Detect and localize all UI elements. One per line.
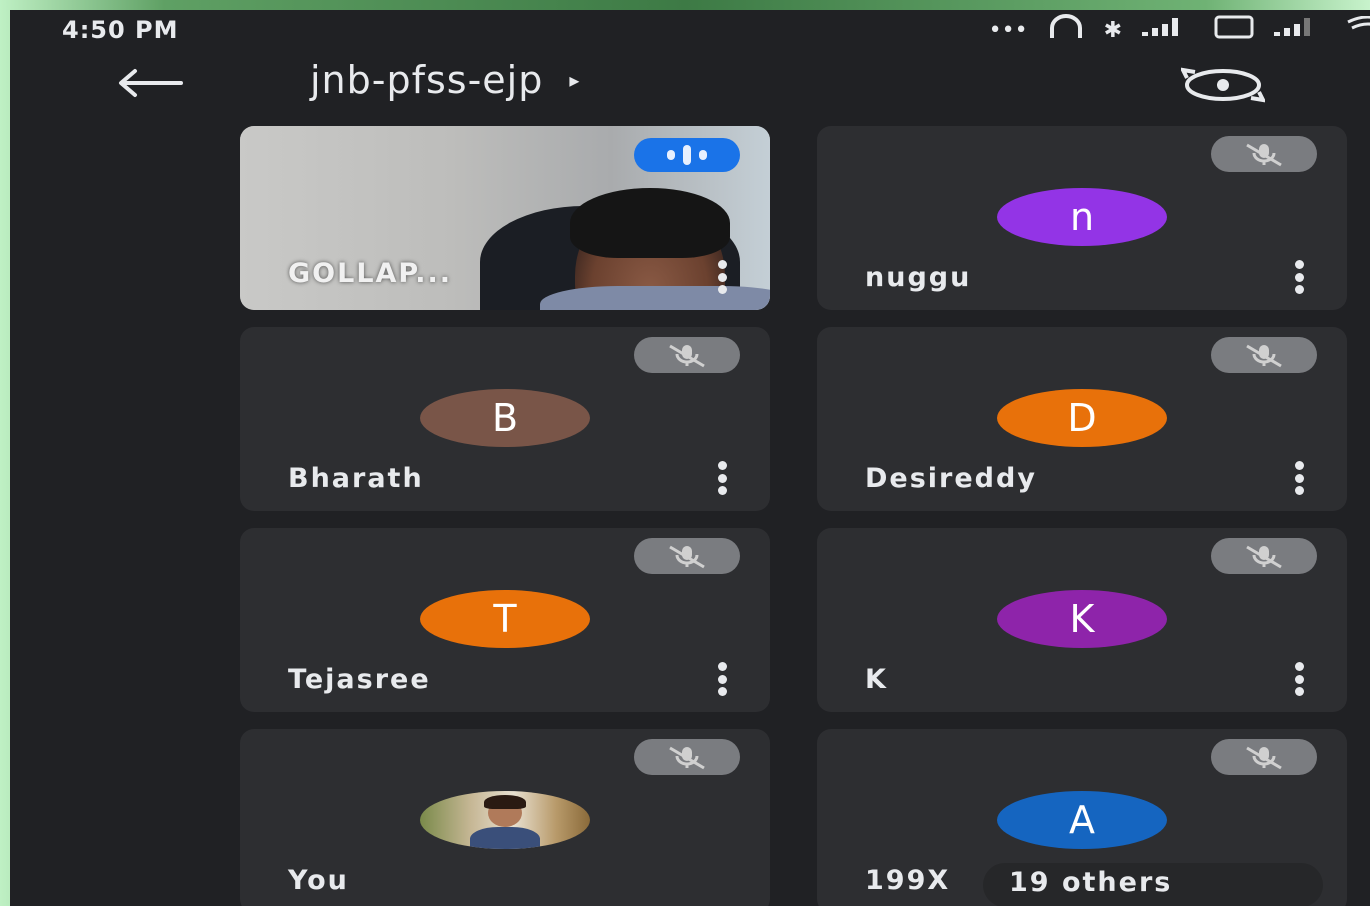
- mic-off-icon: [634, 739, 740, 775]
- more-options-button[interactable]: [712, 461, 732, 495]
- more-options-button[interactable]: [1289, 662, 1309, 696]
- status-icons: ••• ✱: [989, 14, 1370, 46]
- switch-camera-button[interactable]: [1178, 62, 1268, 108]
- more-options-button[interactable]: [1289, 260, 1309, 294]
- video-person-hair: [570, 188, 730, 258]
- status-time: 4:50 PM: [62, 16, 179, 44]
- more-options-button[interactable]: [1289, 461, 1309, 495]
- participant-name: nuggu: [865, 262, 972, 293]
- participant-name: Desireddy: [865, 463, 1037, 494]
- bluetooth-icon: ✱: [1103, 17, 1122, 43]
- participant-tile[interactable]: T Tejasree: [240, 528, 770, 712]
- caret-right-icon: ▸: [569, 68, 581, 92]
- mic-off-icon: [1211, 739, 1317, 775]
- avatar: B: [420, 389, 590, 447]
- others-chip[interactable]: 19 others: [983, 863, 1323, 906]
- speaking-indicator: [634, 138, 740, 172]
- signal-icon: [1140, 16, 1196, 44]
- more-notifications-icon: •••: [988, 17, 1028, 43]
- volte-icon: [1214, 15, 1254, 45]
- more-options-button[interactable]: [712, 260, 732, 294]
- participant-tile[interactable]: B Bharath: [240, 327, 770, 511]
- avatar: A: [997, 791, 1167, 849]
- meet-screen: 4:50 PM ••• ✱ jnb-pfss-ejp ▸ GOLLAP... n…: [10, 10, 1370, 906]
- participant-tile[interactable]: n nuggu: [817, 126, 1347, 310]
- mic-off-icon: [1211, 538, 1317, 574]
- participant-name: Bharath: [288, 463, 424, 494]
- meeting-title[interactable]: jnb-pfss-ejp ▸: [310, 58, 580, 102]
- mic-off-icon: [1211, 337, 1317, 373]
- mic-off-icon: [634, 538, 740, 574]
- participant-tile-video[interactable]: GOLLAP...: [240, 126, 770, 310]
- participant-tile-others[interactable]: A 199X 19 others: [817, 729, 1347, 906]
- participant-name: 199X: [865, 865, 951, 896]
- meeting-code: jnb-pfss-ejp: [310, 58, 544, 102]
- more-options-button[interactable]: [712, 662, 732, 696]
- avatar: n: [997, 188, 1167, 246]
- others-count: 19 others: [1009, 867, 1173, 898]
- participant-tile[interactable]: D Desireddy: [817, 327, 1347, 511]
- avatar: T: [420, 590, 590, 648]
- participant-name: K: [865, 664, 888, 695]
- video-person-shirt: [540, 286, 770, 310]
- participant-tile[interactable]: K K: [817, 528, 1347, 712]
- participant-tile-self[interactable]: You: [240, 729, 770, 906]
- back-button[interactable]: [115, 62, 185, 104]
- participant-name: You: [288, 865, 349, 896]
- participant-name: GOLLAP...: [288, 258, 453, 289]
- participant-name: Tejasree: [288, 664, 431, 695]
- wifi-icon: [1346, 15, 1370, 44]
- arrow-left-icon: [119, 69, 183, 97]
- headphones-icon: [1046, 14, 1086, 46]
- camera-switch-icon: [1181, 67, 1265, 103]
- avatar: D: [997, 389, 1167, 447]
- mic-off-icon: [1211, 136, 1317, 172]
- signal-2-icon: [1272, 16, 1328, 44]
- mic-off-icon: [634, 337, 740, 373]
- avatar: K: [997, 590, 1167, 648]
- avatar-photo: [420, 791, 590, 849]
